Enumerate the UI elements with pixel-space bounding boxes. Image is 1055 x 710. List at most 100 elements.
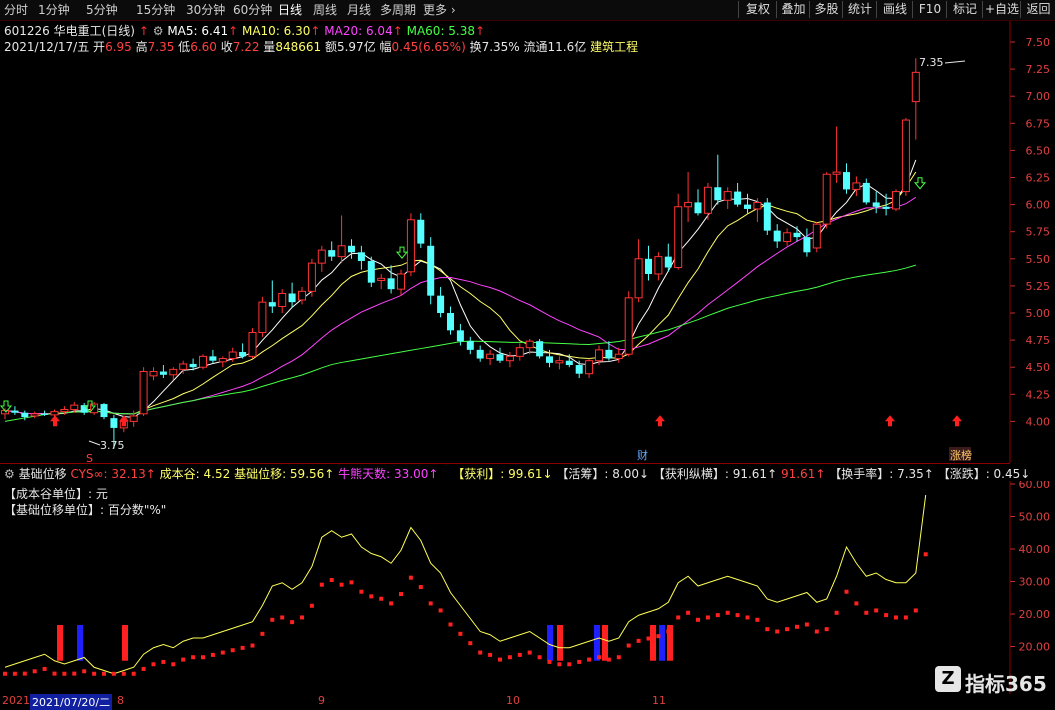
tab-30min[interactable]: 30分钟 xyxy=(186,2,225,18)
cys-dot xyxy=(52,671,57,676)
cys-dot xyxy=(864,610,869,615)
tab-multi-period[interactable]: 多周期 xyxy=(380,2,416,18)
candle-body xyxy=(505,355,514,362)
candle-body xyxy=(466,341,474,350)
finance-mark[interactable]: 财 xyxy=(637,448,648,462)
logo-mark-icon: Z xyxy=(935,666,961,692)
candle-body xyxy=(654,256,663,275)
candle-body xyxy=(129,415,138,422)
cys-dot xyxy=(725,610,730,615)
cys-dot xyxy=(854,601,859,606)
profit-value: 【获利】: 99.61↓ xyxy=(452,467,553,481)
candle-body xyxy=(843,172,850,190)
indicator-name[interactable]: 基础位移 xyxy=(19,467,67,481)
cys-dot xyxy=(32,669,37,674)
candlestick-chart[interactable]: 7.50 7.25 7.00 6.75 6.50 6.25 6.00 5.75 5.50 5.25… xyxy=(0,21,1055,463)
candle-body xyxy=(882,206,890,209)
cys-dot xyxy=(72,671,77,676)
profit-vertical-value: 【获利纵横】: 91.61↑ xyxy=(652,467,778,481)
brand-logo: Z 指标365 xyxy=(935,662,1053,698)
candle-body xyxy=(793,232,801,238)
cys-dot xyxy=(82,669,87,674)
cys-dot xyxy=(349,580,354,585)
cys-dot xyxy=(309,603,314,608)
cys-dot xyxy=(250,643,255,648)
candle-body xyxy=(605,349,613,359)
month-11: 11 xyxy=(652,694,666,707)
multi-stock-button[interactable]: 多股 xyxy=(809,1,843,18)
price-tick-label: 5.50 xyxy=(1026,253,1051,266)
price-tick-label: 7.00 xyxy=(1026,90,1051,103)
price-tick-label: 6.25 xyxy=(1026,172,1051,185)
candle-body xyxy=(427,245,435,296)
price-tick-label: 5.00 xyxy=(1026,307,1051,320)
price-tick-label: 5.75 xyxy=(1026,226,1051,239)
tab-monthly[interactable]: 月线 xyxy=(347,2,371,18)
cys-dot xyxy=(62,671,67,676)
tab-5min[interactable]: 5分钟 xyxy=(86,2,118,18)
indicator-tick-label: 20.00 xyxy=(1019,641,1051,654)
candle-body xyxy=(397,273,405,290)
month-10: 10 xyxy=(506,694,520,707)
tab-fenshi[interactable]: 分时 xyxy=(4,2,28,18)
cys-dot xyxy=(92,671,97,676)
cys-dot xyxy=(884,613,889,618)
cys-dot xyxy=(220,650,225,655)
tab-daily[interactable]: 日线 xyxy=(278,2,302,18)
back-button[interactable]: 返回 xyxy=(1020,1,1055,18)
indicator-line xyxy=(4,494,927,675)
cys-dot xyxy=(230,648,235,653)
candle-body xyxy=(892,191,900,210)
indicator-gear-icon[interactable]: ⚙ xyxy=(4,467,15,481)
candle-body xyxy=(911,71,920,103)
cys-dot xyxy=(874,608,879,613)
tab-15min[interactable]: 15分钟 xyxy=(136,2,175,18)
stats-button[interactable]: 统计 xyxy=(842,1,877,18)
cys-dot xyxy=(280,615,285,620)
candle-body xyxy=(239,352,247,357)
candle-body xyxy=(822,173,831,225)
cys-dot xyxy=(458,631,463,636)
draw-line-button[interactable]: 画线 xyxy=(876,1,913,18)
cys-dot xyxy=(260,631,265,636)
tab-more[interactable]: 更多 › xyxy=(423,2,456,18)
candle-body xyxy=(624,297,633,355)
indicator-chart[interactable]: 60.00 50.00 40.00 30.00 20.00 20.00 xyxy=(0,481,1055,694)
tab-1min[interactable]: 1分钟 xyxy=(38,2,70,18)
cys-dot xyxy=(161,659,166,664)
candle-body xyxy=(189,363,197,368)
month-8: 8 xyxy=(117,694,124,707)
fuquan-button[interactable]: 复权 xyxy=(738,1,777,18)
candle-body xyxy=(456,330,464,342)
candle-body xyxy=(694,202,702,214)
candle-body xyxy=(744,204,751,209)
signal-bar xyxy=(122,625,128,661)
candle-body xyxy=(723,191,732,201)
zhangting-badge[interactable]: 涨榜 xyxy=(950,448,972,462)
f10-button[interactable]: F10 xyxy=(912,1,947,18)
overlay-button[interactable]: 叠加 xyxy=(776,1,810,18)
bull-days-value: 牛熊天数: 33.00↑ xyxy=(338,467,439,481)
cys-dot xyxy=(903,615,908,620)
candle-body xyxy=(337,245,346,258)
indicator-bars xyxy=(57,625,673,661)
mark-button[interactable]: 标记 xyxy=(946,1,983,18)
candle-body xyxy=(159,371,167,375)
candle-body xyxy=(169,368,178,376)
cys-dot xyxy=(715,613,720,618)
cys-dot xyxy=(240,645,245,650)
add-favorite-button[interactable]: +自选 xyxy=(982,1,1021,18)
cys-dot xyxy=(765,627,770,632)
indicator-tick-label: 30.00 xyxy=(1019,576,1051,589)
tab-weekly[interactable]: 周线 xyxy=(313,2,337,18)
cys-dot xyxy=(171,662,176,667)
date-axis: 2021 2021/07/20/二 8 9 10 11 xyxy=(0,694,1010,710)
base-shift-value: 基础位移: 59.56↑ xyxy=(234,467,335,481)
cys-dot xyxy=(686,610,691,615)
high-price-label: 7.35 xyxy=(919,56,944,69)
tab-60min[interactable]: 60分钟 xyxy=(233,2,272,18)
candle-body xyxy=(348,245,355,253)
cys-dot xyxy=(606,657,611,662)
candle-body xyxy=(30,413,39,417)
cys-dot xyxy=(646,636,651,641)
